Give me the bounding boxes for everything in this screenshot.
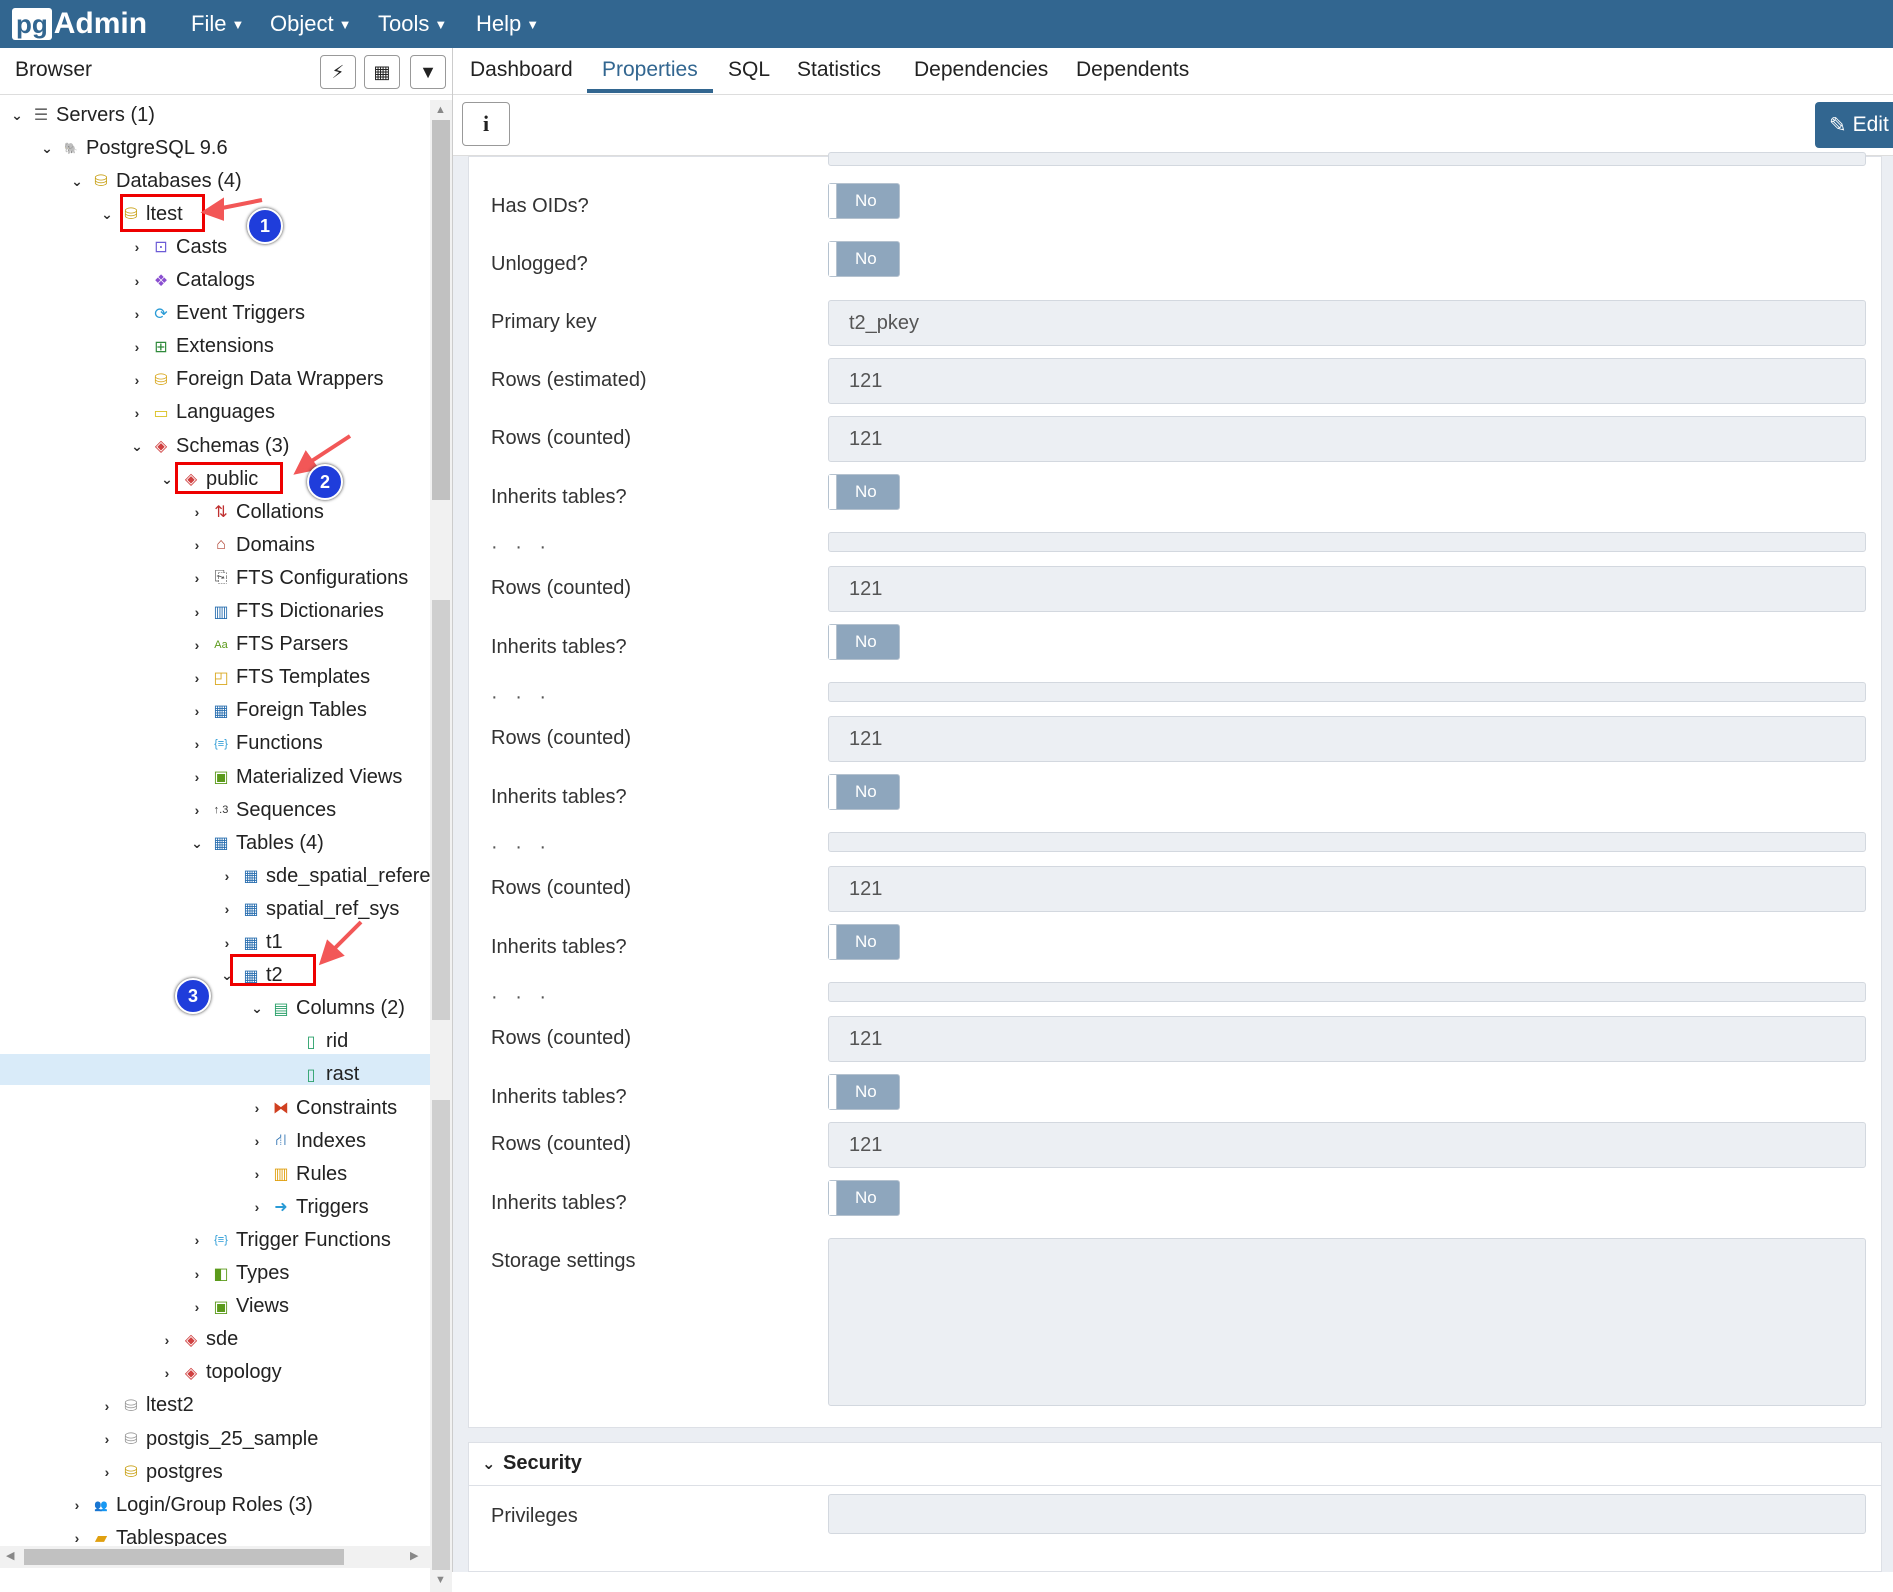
- toggle-inherits-value: No: [855, 1188, 877, 1207]
- truncated-field: [828, 682, 1866, 702]
- tab-dependents[interactable]: Dependents: [1076, 58, 1189, 82]
- field-rows-counted[interactable]: 121: [828, 416, 1866, 462]
- security-title: Security: [503, 1452, 582, 1474]
- toggle-knob: [829, 925, 837, 959]
- toggle-inherits-value: No: [855, 932, 877, 951]
- toggle-knob: [829, 1075, 837, 1109]
- label-rows-counted: Rows (counted): [491, 727, 632, 749]
- tab-statistics[interactable]: Statistics: [797, 58, 881, 82]
- field-rows-counted[interactable]: 121: [828, 866, 1866, 912]
- active-tab-indicator: [587, 89, 713, 93]
- edit-button[interactable]: ✎ Edit: [1815, 102, 1893, 148]
- storage-settings-textarea[interactable]: [828, 1238, 1866, 1406]
- truncated-field: [828, 982, 1866, 1002]
- label-inherits-tables: Inherits tables?: [491, 1086, 627, 1108]
- label-has-oids: Has OIDs?: [491, 195, 589, 217]
- toggle-unlogged[interactable]: No: [828, 241, 900, 277]
- label-storage-settings: Storage settings: [491, 1250, 636, 1272]
- toggle-inherits-tables[interactable]: No: [828, 774, 900, 810]
- scroll-down-icon[interactable]: ▼: [435, 1574, 446, 1586]
- toggle-knob: [829, 625, 837, 659]
- label-primary-key: Primary key: [491, 311, 597, 333]
- label-inherits-tables: Inherits tables?: [491, 786, 627, 808]
- tab-sql[interactable]: SQL: [728, 58, 770, 82]
- toggle-inherits-tables[interactable]: No: [828, 474, 900, 510]
- toggle-has-oids-value: No: [855, 191, 877, 210]
- label-inherits-tables: Inherits tables?: [491, 936, 627, 958]
- menu-help-label: Help: [476, 11, 522, 36]
- label-rows-counted: Rows (counted): [491, 1133, 632, 1155]
- clipped-label: · · ·: [491, 836, 553, 858]
- toggle-unlogged-value: No: [855, 249, 877, 268]
- label-rows-counted: Rows (counted): [491, 427, 632, 449]
- toggle-inherits-tables[interactable]: No: [828, 1180, 900, 1216]
- toggle-inherits-tables[interactable]: No: [828, 1074, 900, 1110]
- field-rows-counted[interactable]: 121: [828, 716, 1866, 762]
- annotation-badge-3: 3: [175, 978, 211, 1014]
- info-button[interactable]: i: [462, 102, 510, 146]
- toggle-inherits-value: No: [855, 482, 877, 501]
- field-rows-estimated[interactable]: 121: [828, 358, 1866, 404]
- toggle-knob: [829, 184, 837, 218]
- truncated-field: [828, 832, 1866, 852]
- security-header[interactable]: [468, 1442, 1882, 1486]
- toggle-inherits-value: No: [855, 632, 877, 651]
- field-rows-counted[interactable]: 121: [828, 566, 1866, 612]
- info-icon: i: [482, 111, 490, 136]
- toggle-inherits-value: No: [855, 1082, 877, 1101]
- truncated-field: [828, 532, 1866, 552]
- label-unlogged: Unlogged?: [491, 253, 588, 275]
- label-rows-counted: Rows (counted): [491, 577, 632, 599]
- rows-counted-value: 121: [849, 877, 883, 900]
- toggle-inherits-value: No: [855, 782, 877, 801]
- toggle-knob: [829, 775, 837, 809]
- rows-counted-value: 121: [849, 1027, 883, 1050]
- annotation-badge-2: 2: [307, 464, 343, 500]
- tab-bar: Dashboard Properties SQL Statistics Depe…: [453, 48, 1893, 95]
- arrowhead-icon: [200, 197, 224, 221]
- toggle-has-oids[interactable]: No: [828, 183, 900, 219]
- toggle-knob: [829, 242, 837, 276]
- primary-key-value: t2_pkey: [849, 311, 920, 334]
- label-rows-counted: Rows (counted): [491, 877, 632, 899]
- rows-estimated-value: 121: [849, 369, 883, 392]
- clipped-label: · · ·: [491, 536, 553, 558]
- truncated-field: [828, 152, 1866, 166]
- label-inherits-tables: Inherits tables?: [491, 1192, 627, 1214]
- label-rows-estimated: Rows (estimated): [491, 369, 647, 391]
- clipped-label: · · ·: [491, 986, 553, 1008]
- field-privileges[interactable]: [828, 1494, 1866, 1534]
- toggle-inherits-tables[interactable]: No: [828, 924, 900, 960]
- properties-toolbar: [453, 95, 1893, 156]
- tab-dashboard[interactable]: Dashboard: [470, 58, 573, 82]
- label-rows-counted: Rows (counted): [491, 1027, 632, 1049]
- label-inherits-tables: Inherits tables?: [491, 486, 627, 508]
- label-inherits-tables: Inherits tables?: [491, 636, 627, 658]
- field-primary-key[interactable]: t2_pkey: [828, 300, 1866, 346]
- rows-counted-value: 121: [849, 727, 883, 750]
- chevron-down-icon: ▼: [526, 16, 540, 32]
- chevron-down-icon[interactable]: ⌄: [482, 1454, 495, 1474]
- rows-counted-value: 121: [849, 1133, 883, 1156]
- annotation-arrows: [200, 197, 363, 966]
- toggle-knob: [829, 475, 837, 509]
- rows-counted-value: 121: [849, 577, 883, 600]
- toggle-knob: [829, 1181, 837, 1215]
- tab-properties[interactable]: Properties: [602, 58, 698, 82]
- tab-dependencies[interactable]: Dependencies: [914, 58, 1048, 82]
- label-privileges: Privileges: [491, 1505, 578, 1527]
- toggle-inherits-tables[interactable]: No: [828, 624, 900, 660]
- field-rows-counted[interactable]: 121: [828, 1016, 1866, 1062]
- rows-counted-value: 121: [849, 427, 883, 450]
- clipped-label: · · ·: [491, 686, 553, 708]
- edit-label: Edit: [1852, 113, 1889, 136]
- field-rows-counted[interactable]: 121: [828, 1122, 1866, 1168]
- annotation-badge-1: 1: [247, 208, 283, 244]
- pencil-icon: ✎: [1829, 113, 1847, 137]
- menu-help[interactable]: Help ▼: [476, 0, 539, 48]
